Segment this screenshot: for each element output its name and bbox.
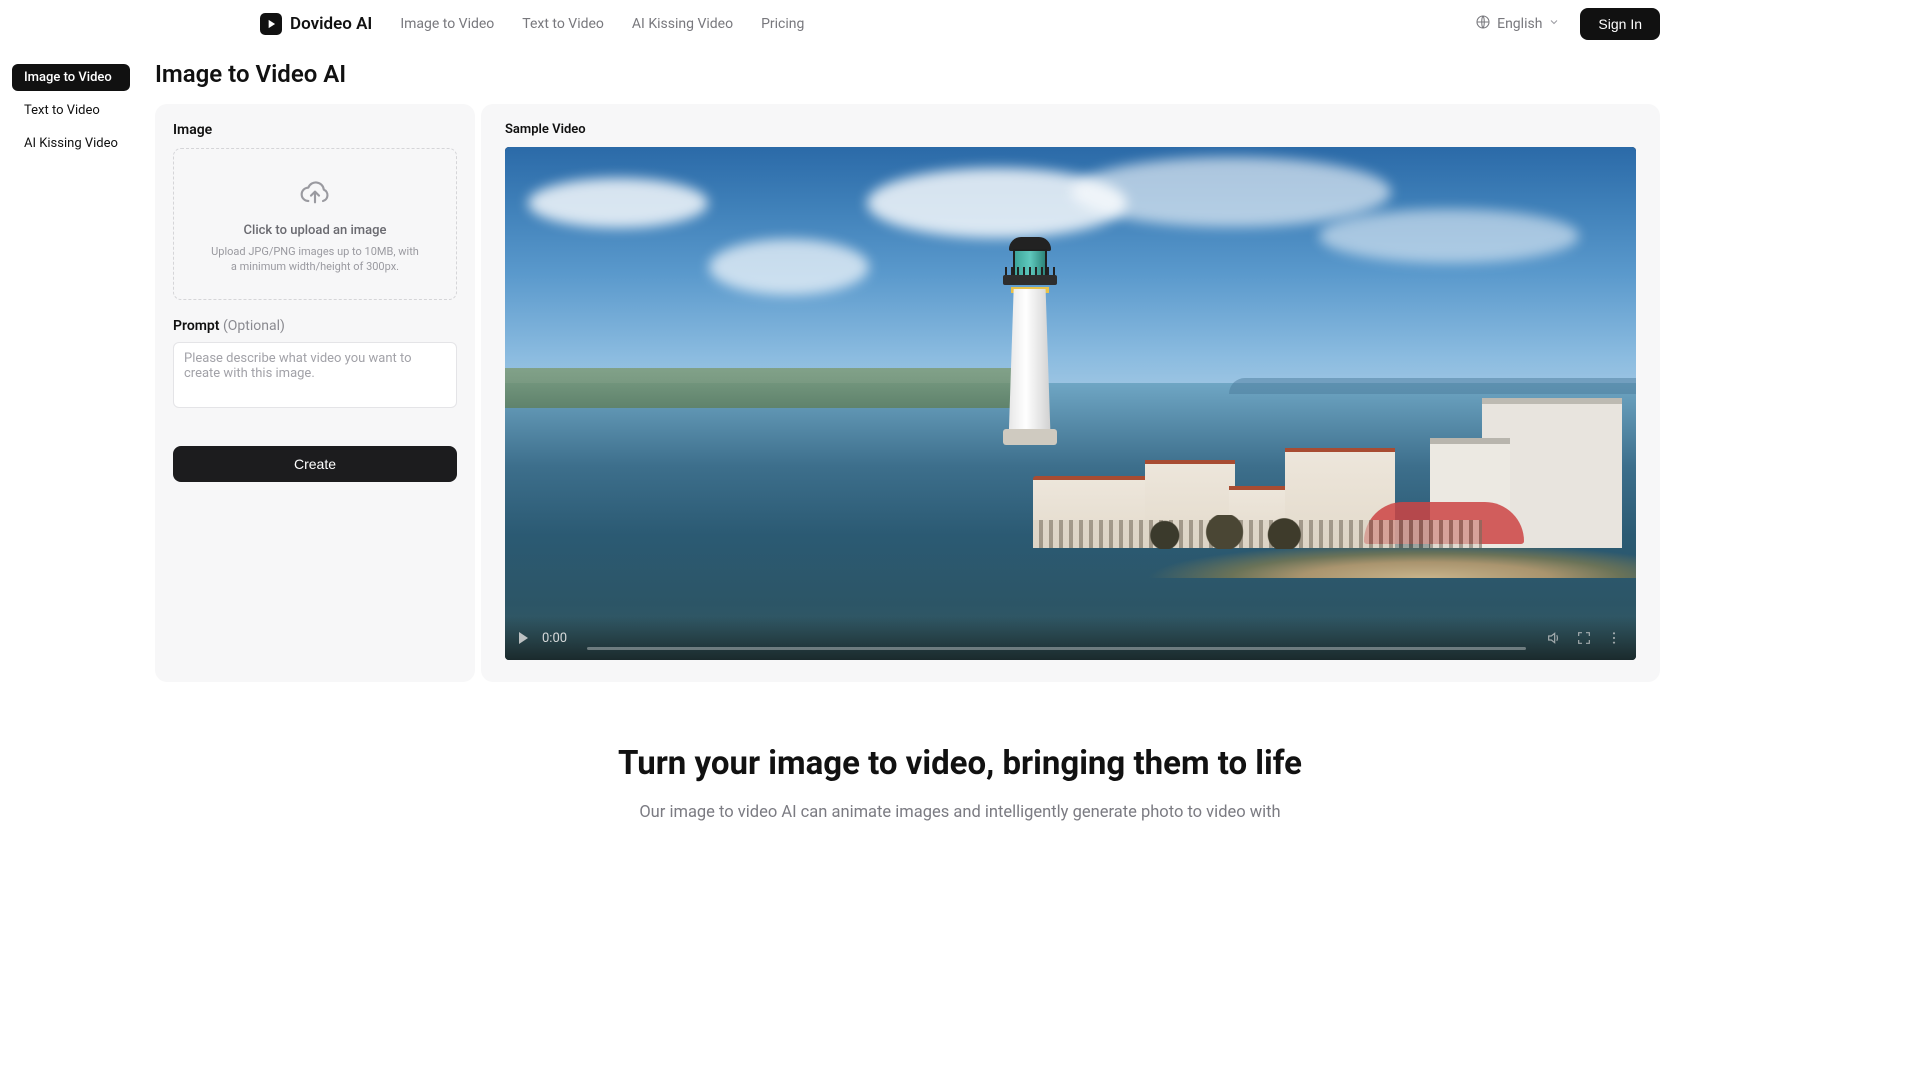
top-nav: Image to Video Text to Video AI Kissing … <box>400 16 804 32</box>
sidebar-item-label: Text to Video <box>24 103 100 118</box>
hero-subtitle: Our image to video AI can animate images… <box>260 801 1660 826</box>
hero: Turn your image to video, bringing them … <box>0 744 1920 826</box>
sidebar: Image to Video Text to Video AI Kissing … <box>12 64 130 157</box>
content-row: Image Click to upload an image Upload JP… <box>155 104 1660 682</box>
video-thumbnail <box>505 147 1636 660</box>
prompt-input[interactable] <box>173 342 457 408</box>
logo[interactable]: Dovideo AI <box>260 13 372 35</box>
more-icon[interactable] <box>1606 630 1622 646</box>
logo-icon <box>260 13 282 35</box>
upload-area[interactable]: Click to upload an image Upload JPG/PNG … <box>173 148 457 300</box>
nav-text-to-video[interactable]: Text to Video <box>522 16 604 32</box>
main: Image to Video AI Image Click to upload … <box>0 60 1920 682</box>
create-button[interactable]: Create <box>173 446 457 482</box>
brand-name: Dovideo AI <box>290 14 372 34</box>
play-icon[interactable] <box>519 632 528 644</box>
language-selector[interactable]: English <box>1475 14 1560 34</box>
upload-subtext: Upload JPG/PNG images up to 10MB, with a… <box>190 244 440 275</box>
sidebar-item-text-to-video[interactable]: Text to Video <box>12 97 130 124</box>
chevron-down-icon <box>1548 16 1560 32</box>
prompt-label: Prompt (Optional) <box>173 318 457 334</box>
volume-icon[interactable] <box>1546 630 1562 646</box>
nav-image-to-video[interactable]: Image to Video <box>400 16 494 32</box>
header: Dovideo AI Image to Video Text to Video … <box>0 0 1920 48</box>
prompt-optional-text: (Optional) <box>223 318 285 334</box>
sample-panel: Sample Video <box>481 104 1660 682</box>
sidebar-item-label: Image to Video <box>24 70 112 85</box>
upload-title: Click to upload an image <box>190 223 440 238</box>
language-label: English <box>1497 16 1542 32</box>
form-panel: Image Click to upload an image Upload JP… <box>155 104 475 682</box>
upload-cloud-icon <box>190 177 440 213</box>
page-title: Image to Video AI <box>155 60 1660 88</box>
sidebar-item-ai-kissing-video[interactable]: AI Kissing Video <box>12 130 130 157</box>
hero-title: Turn your image to video, bringing them … <box>260 744 1660 783</box>
header-right: English Sign In <box>1475 8 1660 40</box>
video-controls: 0:00 <box>505 616 1636 660</box>
header-left: Dovideo AI Image to Video Text to Video … <box>260 13 804 35</box>
sidebar-item-image-to-video[interactable]: Image to Video <box>12 64 130 91</box>
video-progress-bar[interactable] <box>587 647 1526 650</box>
image-label: Image <box>173 122 457 138</box>
nav-pricing[interactable]: Pricing <box>761 16 804 32</box>
video-time: 0:00 <box>542 631 567 646</box>
globe-icon <box>1475 14 1491 34</box>
sidebar-item-label: AI Kissing Video <box>24 136 118 151</box>
lighthouse-icon <box>1003 219 1057 439</box>
sign-in-button[interactable]: Sign In <box>1580 8 1660 40</box>
fullscreen-icon[interactable] <box>1576 630 1592 646</box>
sample-video[interactable]: 0:00 <box>505 147 1636 660</box>
sample-video-label: Sample Video <box>505 122 1636 137</box>
nav-ai-kissing-video[interactable]: AI Kissing Video <box>632 16 733 32</box>
prompt-label-text: Prompt <box>173 318 220 334</box>
